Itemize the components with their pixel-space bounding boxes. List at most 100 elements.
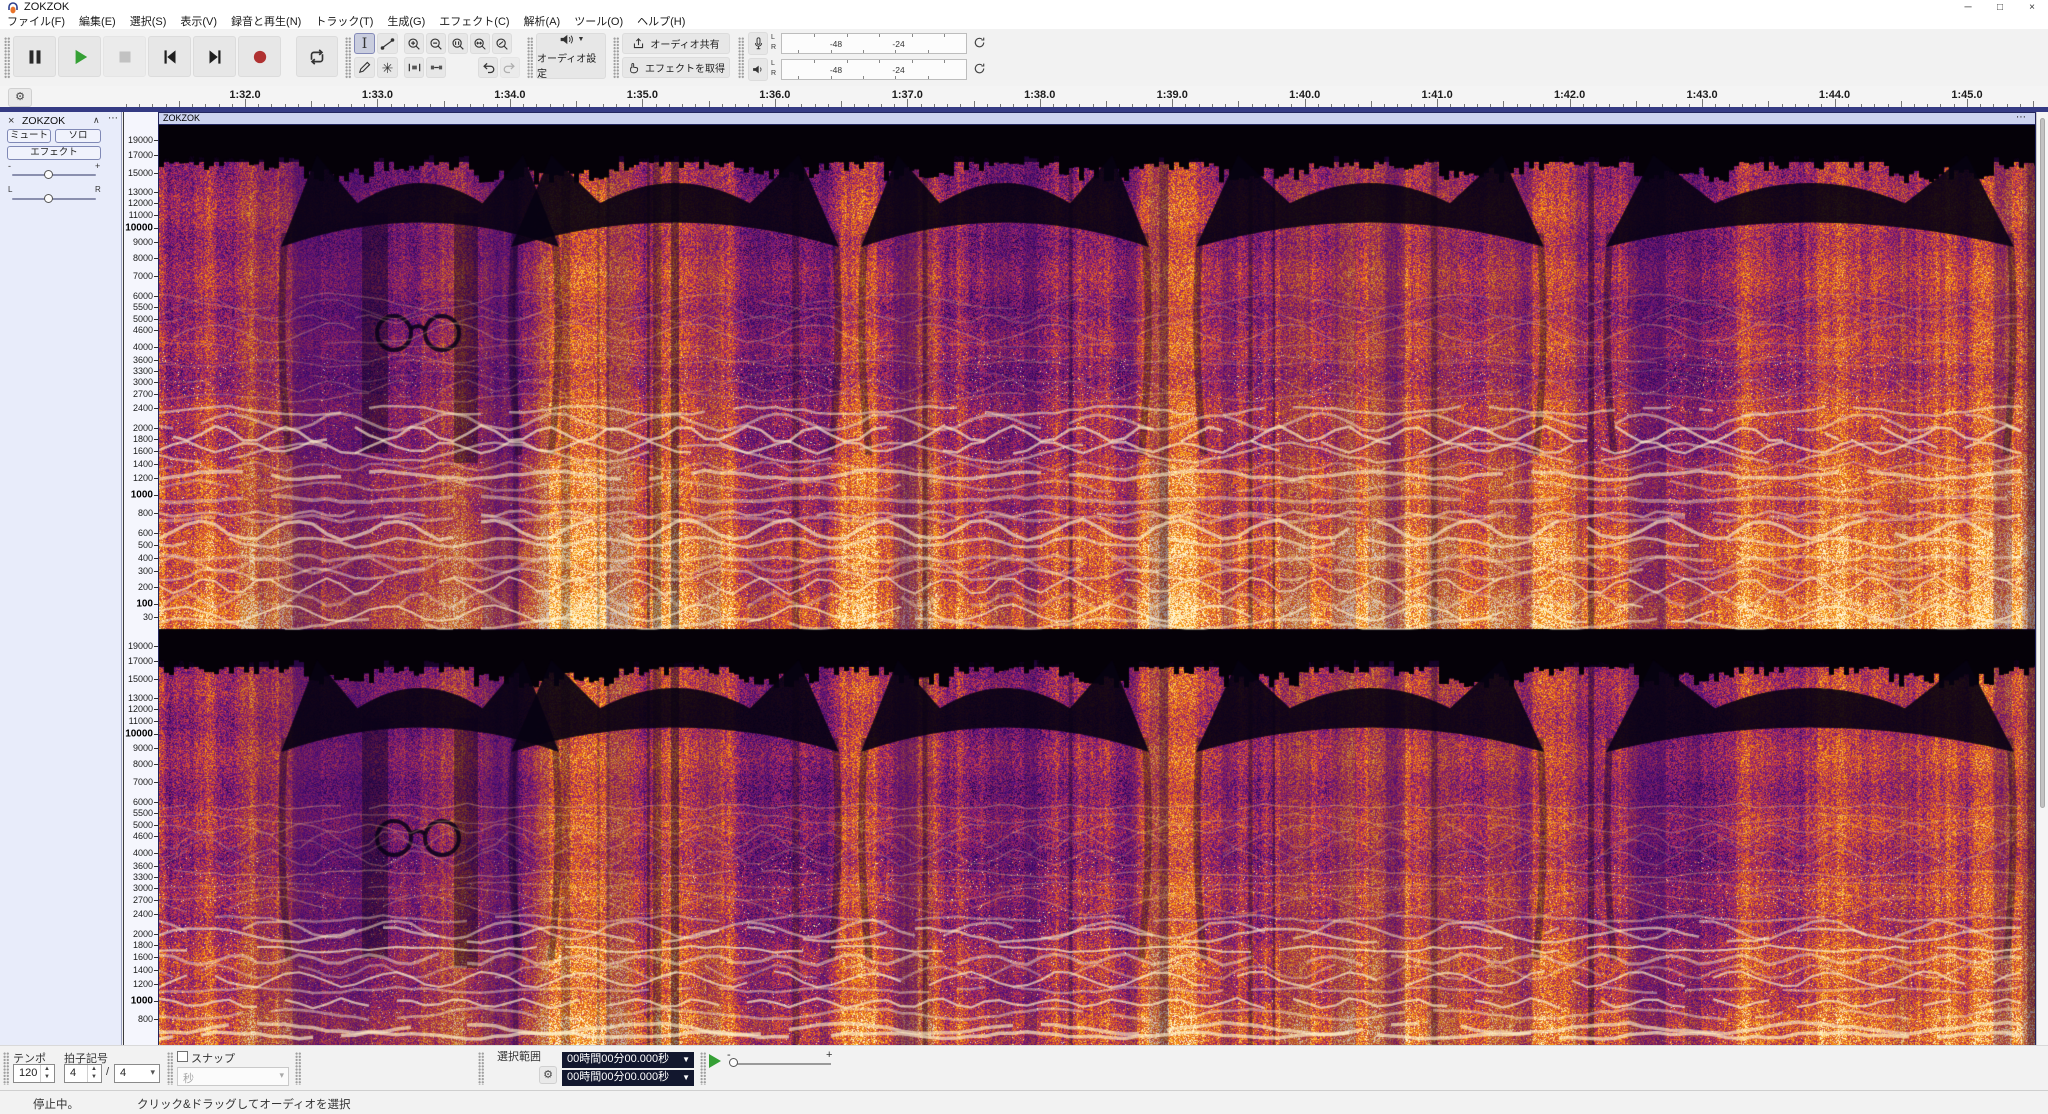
track-close-icon[interactable]: × xyxy=(8,115,14,127)
timeline-label: 1:37.0 xyxy=(892,89,923,101)
menu-item-3[interactable]: 表示(V) xyxy=(173,16,224,29)
close-button[interactable]: × xyxy=(2016,0,2048,16)
menu-item-0[interactable]: ファイル(F) xyxy=(0,16,72,29)
zoom-in-button[interactable] xyxy=(404,33,424,54)
zoom-to-selection-button[interactable] xyxy=(448,33,468,54)
pan-slider-thumb[interactable] xyxy=(44,194,53,203)
microphone-icon[interactable] xyxy=(748,32,768,55)
skip-to-end-button[interactable] xyxy=(193,36,236,77)
minimize-button[interactable]: ─ xyxy=(1952,0,1984,16)
frequency-label: 1800 xyxy=(133,940,153,950)
multi-tool-button[interactable]: ✳ xyxy=(377,57,398,78)
silence-audio-button[interactable] xyxy=(426,57,446,78)
meter-options-icon[interactable] xyxy=(972,61,987,76)
toolbar-grip[interactable] xyxy=(345,37,351,79)
time-signature-spinner[interactable]: ▲▼ xyxy=(87,1065,100,1082)
menu-item-5[interactable]: トラック(T) xyxy=(308,16,380,29)
selection-start-field[interactable]: 00時間00分00.000秒 ▼ xyxy=(562,1052,694,1068)
audio-clip[interactable]: ZOKZOK ⋯ xyxy=(158,112,2036,1045)
track-menu-icon[interactable]: ⋯ xyxy=(108,113,118,124)
tempo-input[interactable]: 120 ▲▼ xyxy=(13,1064,55,1083)
get-effects-button[interactable]: エフェクトを取得 xyxy=(622,57,730,78)
menu-item-1[interactable]: 編集(E) xyxy=(72,16,123,29)
snap-unit-select[interactable]: 秒 ▾ xyxy=(177,1067,289,1086)
toolbar-grip[interactable] xyxy=(4,37,10,79)
menu-item-4[interactable]: 録音と再生(N) xyxy=(224,16,308,29)
gain-slider[interactable] xyxy=(12,174,96,176)
snap-checkbox[interactable] xyxy=(177,1051,188,1062)
maximize-button[interactable]: □ xyxy=(1984,0,2016,16)
gain-slider-thumb[interactable] xyxy=(44,170,53,179)
pause-button[interactable] xyxy=(13,36,56,77)
vertical-scrollbar-thumb[interactable] xyxy=(2040,118,2045,808)
time-signature-lower-value: 4 xyxy=(120,1067,126,1079)
clip-menu-icon[interactable]: ⋯ xyxy=(2016,112,2027,123)
toolbar-grip[interactable] xyxy=(700,1052,706,1085)
envelope-tool-button[interactable] xyxy=(377,33,398,54)
menu-item-9[interactable]: ツール(O) xyxy=(567,16,630,29)
audio-setup-button[interactable]: ▼ オーディオ設定 xyxy=(536,33,606,79)
play-speed-slider[interactable] xyxy=(731,1063,831,1065)
speaker-icon[interactable] xyxy=(748,58,768,81)
selection-end-field[interactable]: 00時間00分00.000秒 ▼ xyxy=(562,1070,694,1086)
timeline-label: 1:33.0 xyxy=(362,89,393,101)
menu-item-7[interactable]: エフェクト(C) xyxy=(432,16,516,29)
zoom-fit-button[interactable] xyxy=(470,33,490,54)
time-signature-lower-select[interactable]: 4 ▾ xyxy=(114,1064,160,1083)
vertical-scrollbar[interactable] xyxy=(2036,112,2048,1045)
trim-audio-button[interactable] xyxy=(404,57,424,78)
spectrogram-canvas[interactable] xyxy=(159,125,2035,1045)
get-effects-label: エフェクトを取得 xyxy=(645,60,725,75)
gain-min-label: - xyxy=(8,161,11,171)
toolbar-grip[interactable] xyxy=(167,1052,173,1085)
play-speed-slider-thumb[interactable] xyxy=(729,1058,738,1067)
meter-tick xyxy=(912,34,913,37)
frequency-label: 2400 xyxy=(133,403,153,413)
solo-button[interactable]: ソロ xyxy=(55,129,101,143)
menu-item-10[interactable]: ヘルプ(H) xyxy=(630,16,692,29)
zoom-out-button[interactable] xyxy=(426,33,446,54)
pan-slider[interactable] xyxy=(12,198,96,200)
tempo-spinner[interactable]: ▲▼ xyxy=(40,1065,53,1082)
selection-options-button[interactable]: ⚙ xyxy=(539,1066,557,1084)
toolbar-grip[interactable] xyxy=(295,1052,301,1085)
zoom-toggle-button[interactable] xyxy=(492,33,512,54)
redo-button[interactable] xyxy=(500,57,520,78)
recording-meter-bar[interactable]: -48 -24 xyxy=(781,33,967,54)
clip-header[interactable]: ZOKZOK ⋯ xyxy=(159,113,2035,125)
play-button[interactable] xyxy=(58,36,101,77)
play-at-speed-button[interactable] xyxy=(709,1054,721,1068)
mute-button[interactable]: ミュート xyxy=(7,129,51,143)
track-collapse-icon[interactable]: ∧ xyxy=(93,115,100,126)
timeline-ruler[interactable]: 1:32.01:33.01:34.01:35.01:36.01:37.01:38… xyxy=(122,86,2048,107)
draw-tool-button[interactable] xyxy=(354,57,375,78)
toolbar-grip[interactable] xyxy=(478,1052,484,1085)
meter-tick xyxy=(847,60,848,63)
skip-to-start-button[interactable] xyxy=(148,36,191,77)
playback-meter[interactable]: LR -48 -24 xyxy=(748,58,998,81)
loop-button[interactable] xyxy=(296,36,338,77)
share-audio-button[interactable]: オーディオ共有 xyxy=(622,33,730,54)
effects-button[interactable]: エフェクト xyxy=(7,146,101,160)
frequency-label: 4000 xyxy=(133,848,153,858)
track-title[interactable]: ZOKZOK xyxy=(22,115,65,127)
stop-button[interactable] xyxy=(103,36,146,77)
meter-options-icon[interactable] xyxy=(972,35,987,50)
selection-tool-button[interactable]: I xyxy=(354,33,375,54)
frequency-label: 1000 xyxy=(131,489,153,500)
toolbar-grip[interactable] xyxy=(738,37,744,79)
undo-button[interactable] xyxy=(478,57,498,78)
toolbar-grip[interactable] xyxy=(613,37,619,79)
toolbar-grip[interactable] xyxy=(527,37,533,79)
menu-item-8[interactable]: 解析(A) xyxy=(517,16,568,29)
timeline-options-button[interactable]: ⚙ xyxy=(8,88,32,107)
menu-item-2[interactable]: 選択(S) xyxy=(123,16,174,29)
record-button[interactable] xyxy=(238,36,281,77)
menu-item-6[interactable]: 生成(G) xyxy=(380,16,432,29)
frequency-ruler[interactable]: 1900017000150001300012000110001000090008… xyxy=(123,112,158,1045)
playback-meter-bar[interactable]: -48 -24 xyxy=(781,59,967,80)
time-signature-upper-input[interactable]: 4 ▲▼ xyxy=(64,1064,102,1083)
frequency-label: 4000 xyxy=(133,342,153,352)
recording-meter[interactable]: LR -48 -24 xyxy=(748,32,998,55)
toolbar-grip[interactable] xyxy=(3,1052,9,1085)
